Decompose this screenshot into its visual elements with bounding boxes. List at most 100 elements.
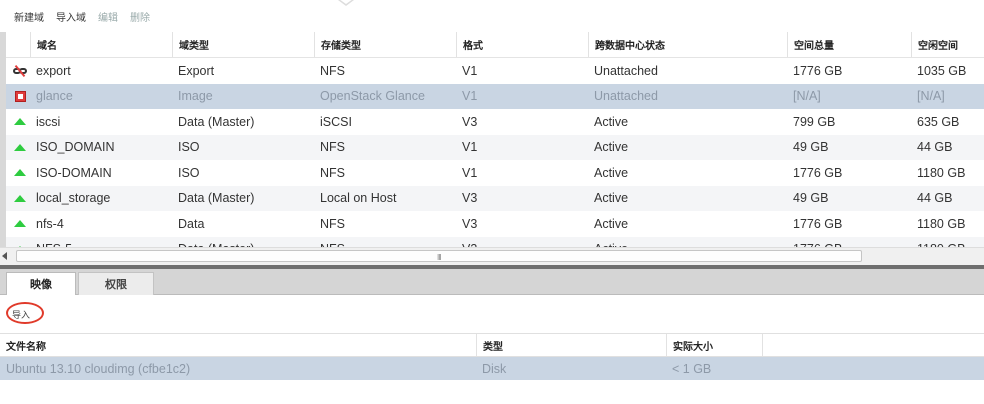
dc-status: Active bbox=[594, 114, 629, 129]
column-header-total-space[interactable]: 空间总量 bbox=[787, 32, 911, 57]
tab-images[interactable]: 映像 bbox=[6, 272, 76, 301]
unattached-icon bbox=[13, 64, 27, 77]
domain-type: Data (Master) bbox=[178, 191, 255, 206]
domain-name: nfs-4 bbox=[36, 216, 64, 231]
column-header-name[interactable]: 域名 bbox=[30, 32, 172, 57]
total-space: 49 GB bbox=[793, 140, 829, 155]
image-size: < 1 GB bbox=[672, 361, 712, 376]
up-arrow-icon bbox=[14, 143, 26, 151]
column-header-format[interactable]: 格式 bbox=[456, 32, 588, 57]
domain-name: ISO_DOMAIN bbox=[36, 140, 115, 155]
storage-type: NFS bbox=[320, 63, 345, 78]
total-space: 799 GB bbox=[793, 114, 836, 129]
total-space: 49 GB bbox=[793, 191, 829, 206]
table-row[interactable]: ISO-DOMAIN ISO NFS V1 Active 1776 GB 118… bbox=[6, 160, 984, 186]
free-space: 1035 GB bbox=[917, 63, 967, 78]
table-row[interactable]: local_storage Data (Master) Local on Hos… bbox=[6, 185, 984, 212]
dc-status: Active bbox=[594, 140, 629, 155]
domain-type: Data bbox=[178, 216, 205, 231]
horizontal-scrollbar[interactable]: III bbox=[0, 247, 984, 265]
dc-status: Unattached bbox=[594, 89, 658, 104]
image-name: Ubuntu 13.10 cloudimg (cfbe1c2) bbox=[6, 361, 191, 376]
format: V1 bbox=[462, 140, 478, 155]
total-space: 1776 GB bbox=[793, 165, 843, 180]
free-space: [N/A] bbox=[917, 89, 945, 104]
scrollbar-grip: III bbox=[437, 253, 442, 262]
status-cell bbox=[6, 211, 30, 237]
new-domain-button[interactable]: 新建域 bbox=[14, 9, 44, 24]
storage-type: NFS bbox=[320, 140, 345, 155]
scroll-left-arrow-icon[interactable] bbox=[2, 252, 7, 260]
table-row[interactable]: nfs-4 Data NFS V3 Active 1776 GB 1180 GB bbox=[6, 211, 984, 237]
storage-type: Local on Host bbox=[320, 191, 397, 206]
column-header-empty bbox=[762, 334, 984, 356]
table-header: 文件名称 类型 实际大小 bbox=[0, 333, 984, 357]
domain-type: ISO bbox=[178, 140, 200, 155]
column-header-storage-type[interactable]: 存储类型 bbox=[314, 32, 456, 57]
domain-name: glance bbox=[36, 89, 73, 104]
storage-type: NFS bbox=[320, 165, 345, 180]
status-cell bbox=[6, 109, 30, 135]
column-header-file-name[interactable]: 文件名称 bbox=[0, 334, 476, 356]
up-arrow-icon bbox=[14, 220, 26, 228]
main-toolbar: 新建域 导入域 编辑 删除 bbox=[0, 0, 984, 32]
status-cell bbox=[6, 186, 30, 212]
domain-name: export bbox=[36, 63, 71, 78]
domain-type: Data (Master) bbox=[178, 114, 255, 129]
domain-type: Export bbox=[178, 63, 215, 78]
table-row[interactable]: ISO_DOMAIN ISO NFS V1 Active 49 GB 44 GB bbox=[6, 134, 984, 161]
domain-name: local_storage bbox=[36, 191, 111, 206]
table-row[interactable]: glance Image OpenStack Glance V1 Unattac… bbox=[6, 83, 984, 110]
status-cell bbox=[6, 58, 30, 84]
status-cell bbox=[6, 84, 30, 110]
column-header-dc-status[interactable]: 跨数据中心状态 bbox=[588, 32, 787, 57]
format: V3 bbox=[462, 216, 478, 231]
domain-name: iscsi bbox=[36, 114, 61, 129]
table-row[interactable]: iscsi Data (Master) iSCSI V3 Active 799 … bbox=[6, 109, 984, 135]
remove-button[interactable]: 删除 bbox=[130, 9, 150, 24]
dc-status: Active bbox=[594, 216, 629, 231]
format: V1 bbox=[462, 89, 478, 104]
format: V3 bbox=[462, 191, 478, 206]
column-header-free-space[interactable]: 空闲空间 bbox=[911, 32, 984, 57]
free-space: 1180 GB bbox=[917, 165, 966, 180]
dc-status: Unattached bbox=[594, 63, 658, 78]
format: V1 bbox=[462, 63, 478, 78]
stopped-icon bbox=[14, 90, 26, 102]
up-arrow-icon bbox=[14, 169, 26, 177]
column-header-type[interactable]: 类型 bbox=[476, 334, 666, 356]
dc-status: Active bbox=[594, 165, 629, 180]
edit-button[interactable]: 编辑 bbox=[98, 9, 118, 24]
empty-cell bbox=[762, 357, 984, 380]
up-arrow-icon bbox=[14, 194, 26, 202]
image-type: Disk bbox=[482, 361, 507, 376]
column-header-domain-type[interactable]: 域类型 bbox=[172, 32, 314, 57]
total-space: 1776 GB bbox=[793, 63, 843, 78]
free-space: 1180 GB bbox=[917, 216, 966, 231]
scrollbar-thumb[interactable]: III bbox=[16, 250, 862, 262]
column-header-actual-size[interactable]: 实际大小 bbox=[666, 334, 762, 356]
up-arrow-icon bbox=[14, 118, 26, 126]
tab-permissions[interactable]: 权限 bbox=[78, 272, 154, 295]
table-row[interactable]: Ubuntu 13.10 cloudimg (cfbe1c2) Disk < 1… bbox=[0, 357, 984, 380]
detail-toolbar: 导入 bbox=[0, 296, 984, 330]
storage-type: iSCSI bbox=[320, 114, 352, 129]
format: V1 bbox=[462, 165, 478, 180]
format: V3 bbox=[462, 114, 478, 129]
import-domain-button[interactable]: 导入域 bbox=[56, 9, 86, 24]
free-space: 44 GB bbox=[917, 140, 953, 155]
storage-type: NFS bbox=[320, 216, 345, 231]
total-space: 1776 GB bbox=[793, 216, 843, 231]
free-space: 635 GB bbox=[917, 114, 960, 129]
total-space: [N/A] bbox=[793, 89, 821, 104]
table-row[interactable]: export Export NFS V1 Unattached 1776 GB … bbox=[6, 58, 984, 84]
status-cell bbox=[6, 160, 30, 186]
dc-status: Active bbox=[594, 191, 629, 206]
domain-type: ISO bbox=[178, 165, 200, 180]
status-cell bbox=[6, 135, 30, 161]
storage-domains-table: 域名 域类型 存储类型 格式 跨数据中心状态 空间总量 空闲空间 export … bbox=[0, 32, 984, 265]
detail-tab-bar: 映像 权限 bbox=[0, 269, 984, 301]
import-button[interactable]: 导入 bbox=[12, 308, 30, 321]
domain-type: Image bbox=[178, 89, 213, 104]
column-header-status[interactable] bbox=[6, 32, 30, 57]
